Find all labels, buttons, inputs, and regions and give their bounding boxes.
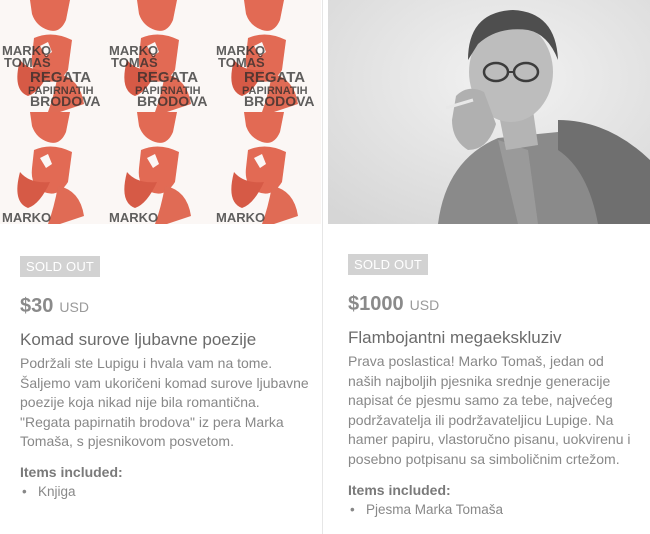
cover-text-title-3c: BRODOVA	[244, 93, 315, 109]
price-amount: $30	[20, 295, 54, 317]
cover-text-author-last-3: TOMAŠ	[218, 55, 265, 70]
price-currency: USD	[409, 297, 440, 313]
reward-title: Komad surove ljubavne poezije	[20, 330, 257, 349]
reward-card-book[interactable]: MARKO TOMAŠ MARKO TOMAŠ MARKO TOMAŠ REGA…	[0, 0, 323, 534]
cover-text-bottom-3: MARKO	[216, 210, 265, 224]
author-portrait-image	[328, 0, 650, 224]
sold-out-badge: SOLD OUT	[20, 256, 101, 277]
reward-price: $1000 USD	[348, 293, 638, 316]
reward-card-poem[interactable]: SOLD OUT $1000 USD Flambojantni megaekskl…	[328, 0, 650, 534]
list-item: Pjesma Marka Tomaša	[348, 500, 638, 519]
cover-text-author-last-2: TOMAŠ	[111, 55, 158, 70]
items-included-heading: Items included:	[20, 463, 123, 480]
price-currency: USD	[59, 299, 89, 315]
items-list: Pjesma Marka Tomaša	[348, 500, 638, 519]
cover-text-title-3b: BRODOVA	[137, 93, 208, 109]
cover-text-title-1c: REGATA	[244, 69, 305, 86]
cover-text-title-1: REGATA	[30, 69, 91, 86]
items-included-heading: Items included:	[348, 481, 451, 498]
reward-title: Flambojantni megaekskluziv	[348, 328, 562, 347]
items-list: Knjiga	[20, 482, 310, 501]
cover-text-bottom-1: MARKO	[2, 210, 51, 224]
reward-price: $30 USD	[20, 295, 310, 318]
price-amount: $1000	[348, 293, 404, 315]
cover-text-author-last: TOMAŠ	[4, 55, 51, 70]
cover-text-bottom-2: MARKO	[109, 210, 158, 224]
sold-out-badge: SOLD OUT	[348, 254, 429, 275]
list-item: Knjiga	[20, 482, 310, 501]
cover-text-title-1b: REGATA	[137, 69, 198, 86]
reward-description: Prava poslastica! Marko Tomaš, jedan od …	[348, 353, 631, 467]
cover-text-title-3: BRODOVA	[30, 93, 101, 109]
book-cover-image: MARKO TOMAŠ MARKO TOMAŠ MARKO TOMAŠ REGA…	[0, 0, 322, 224]
reward-description: Podržali ste Lupigu i hvala vam na tome.…	[20, 355, 309, 450]
